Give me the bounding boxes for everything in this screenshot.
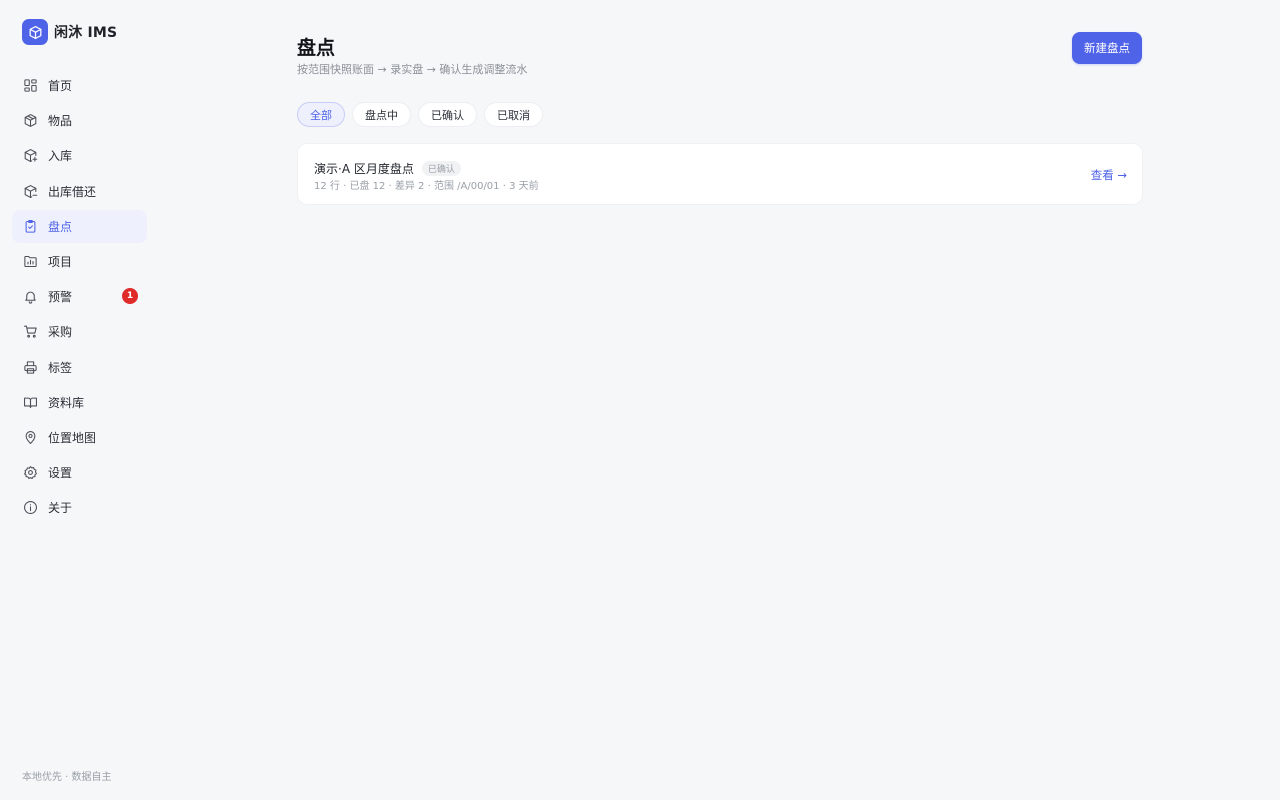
sidebar-item-labels[interactable]: 标签 (12, 351, 147, 384)
sidebar-item-label: 位置地图 (48, 430, 97, 445)
dashboard-icon (22, 78, 38, 94)
printer-icon (22, 359, 38, 375)
sidebar: 闲沐 IMS 首页 物品 入库 出库借还 盘点 项目 预警 1 采购 标签 资料… (0, 0, 160, 800)
bell-icon (22, 289, 38, 305)
box-out-icon (22, 183, 38, 199)
view-record-link[interactable]: 查看 → (1091, 167, 1127, 183)
stocktake-record-card[interactable]: 演示·A 区月度盘点 已确认 12 行 · 已盘 12 · 差异 2 · 范围 … (297, 143, 1143, 205)
project-chart-icon (22, 253, 38, 269)
sidebar-item-label: 盘点 (48, 219, 73, 234)
sidebar-item-items[interactable]: 物品 (12, 104, 147, 137)
sidebar-item-label: 设置 (48, 466, 73, 481)
sidebar-item-label: 标签 (48, 360, 73, 375)
app-name: 闲沐 IMS (54, 25, 118, 41)
alert-count-badge: 1 (122, 288, 138, 305)
main-content: 盘点 按范围快照账面 → 录实盘 → 确认生成调整流水 新建盘点 全部 盘点中 … (297, 0, 1143, 800)
filter-cancelled[interactable]: 已取消 (484, 102, 543, 127)
sidebar-item-stocktake[interactable]: 盘点 (12, 209, 147, 243)
page-subtitle: 按范围快照账面 → 录实盘 → 确认生成调整流水 (297, 63, 528, 76)
sidebar-item-label: 首页 (48, 79, 73, 93)
sidebar-item-label: 采购 (48, 325, 73, 340)
sidebar-item-label: 关于 (48, 501, 73, 516)
record-title-row: 演示·A 区月度盘点 已确认 (314, 160, 461, 177)
record-title: 演示·A 区月度盘点 (314, 162, 414, 176)
sidebar-item-home[interactable]: 首页 (12, 69, 147, 102)
sidebar-item-label: 资料库 (48, 395, 85, 410)
app-root: 闲沐 IMS 首页 物品 入库 出库借还 盘点 项目 预警 1 采购 标签 资料… (0, 0, 1280, 800)
map-pin-icon (22, 429, 38, 445)
status-badge: 已确认 (421, 161, 461, 176)
info-icon (22, 500, 38, 516)
status-filter-tabs: 全部 盘点中 已确认 已取消 (297, 102, 550, 127)
clipboard-check-icon (22, 218, 38, 234)
book-icon (22, 394, 38, 410)
sidebar-item-label: 入库 (48, 149, 73, 164)
brand[interactable]: 闲沐 IMS (22, 19, 117, 45)
sidebar-item-projects[interactable]: 项目 (12, 245, 147, 278)
filter-in-progress[interactable]: 盘点中 (352, 102, 411, 127)
sidebar-item-alerts[interactable]: 预警 1 (12, 280, 147, 313)
box-in-icon (22, 148, 38, 164)
sidebar-item-purchasing[interactable]: 采购 (12, 315, 147, 348)
box-icon (22, 113, 38, 129)
record-meta: 12 行 · 已盘 12 · 差异 2 · 范围 /A/00/01 · 3 天前 (314, 181, 539, 192)
sidebar-item-library[interactable]: 资料库 (12, 386, 147, 419)
page-title: 盘点 (297, 37, 336, 59)
sidebar-item-label: 物品 (48, 114, 73, 129)
sidebar-item-label: 出库借还 (48, 184, 97, 199)
sidebar-item-outbound[interactable]: 出库借还 (12, 175, 147, 208)
sidebar-item-label: 项目 (48, 254, 73, 269)
sidebar-item-about[interactable]: 关于 (12, 491, 147, 524)
sidebar-item-location-map[interactable]: 位置地图 (12, 421, 147, 454)
sidebar-footer: 本地优先 · 数据自主 (22, 772, 112, 783)
sidebar-item-settings[interactable]: 设置 (12, 456, 147, 489)
sidebar-item-label: 预警 (48, 290, 73, 305)
sidebar-nav: 首页 物品 入库 出库借还 盘点 项目 预警 1 采购 标签 资料库 位置地图 … (12, 69, 147, 526)
filter-all[interactable]: 全部 (297, 102, 345, 127)
cube-icon (22, 19, 48, 45)
filter-confirmed[interactable]: 已确认 (418, 102, 477, 127)
gear-icon (22, 465, 38, 481)
new-stocktake-button[interactable]: 新建盘点 (1072, 32, 1142, 64)
cart-icon (22, 324, 38, 340)
sidebar-item-inbound[interactable]: 入库 (12, 139, 147, 172)
